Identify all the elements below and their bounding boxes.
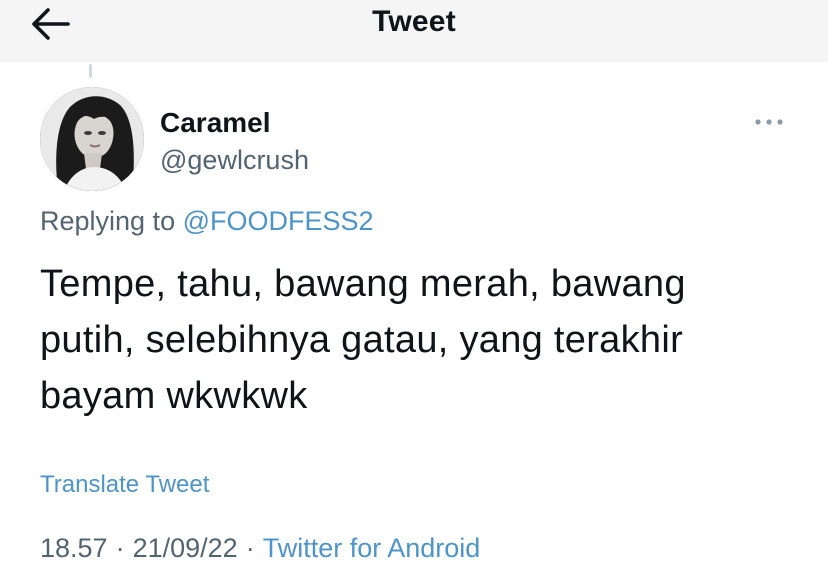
author-handle[interactable]: @gewlcrush (160, 143, 309, 177)
tweet-text-line: Tempe, tahu, bawang merah, bawang (40, 263, 686, 305)
more-horizontal-icon (755, 119, 783, 125)
tweet-metadata: 18.57 · 21/09/22 · Twitter for Android (40, 530, 480, 563)
tweet-text: Tempe, tahu, bawang merah, bawang putih,… (40, 256, 800, 424)
reply-target-link[interactable]: @FOODFESS2 (183, 206, 374, 236)
profile-photo (40, 87, 144, 191)
author-display-name[interactable]: Caramel (160, 105, 271, 141)
tweet-text-line: putih, selebihnya gatau, yang terakhir (40, 319, 684, 361)
thread-connector-line (89, 64, 92, 78)
meta-separator: · (245, 533, 255, 563)
meta-separator: · (115, 533, 125, 563)
avatar[interactable] (40, 87, 144, 191)
top-bar: Tweet (0, 0, 828, 62)
tweet-time: 18.57 (40, 533, 108, 563)
replying-to-line: Replying to @FOODFESS2 (40, 203, 374, 239)
tweet-source-link[interactable]: Twitter for Android (263, 533, 481, 563)
page-title: Tweet (372, 5, 456, 38)
tweet-text-line: bayam wkwkwk (40, 375, 308, 417)
replying-to-label: Replying to (40, 206, 183, 236)
more-options-button[interactable] (752, 112, 786, 132)
tweet-detail-screen: Tweet Caramel @gewlcrush Replying to @FO… (0, 0, 828, 563)
translate-tweet-link[interactable]: Translate Tweet (40, 469, 209, 501)
tweet-date: 21/09/22 (132, 533, 238, 563)
